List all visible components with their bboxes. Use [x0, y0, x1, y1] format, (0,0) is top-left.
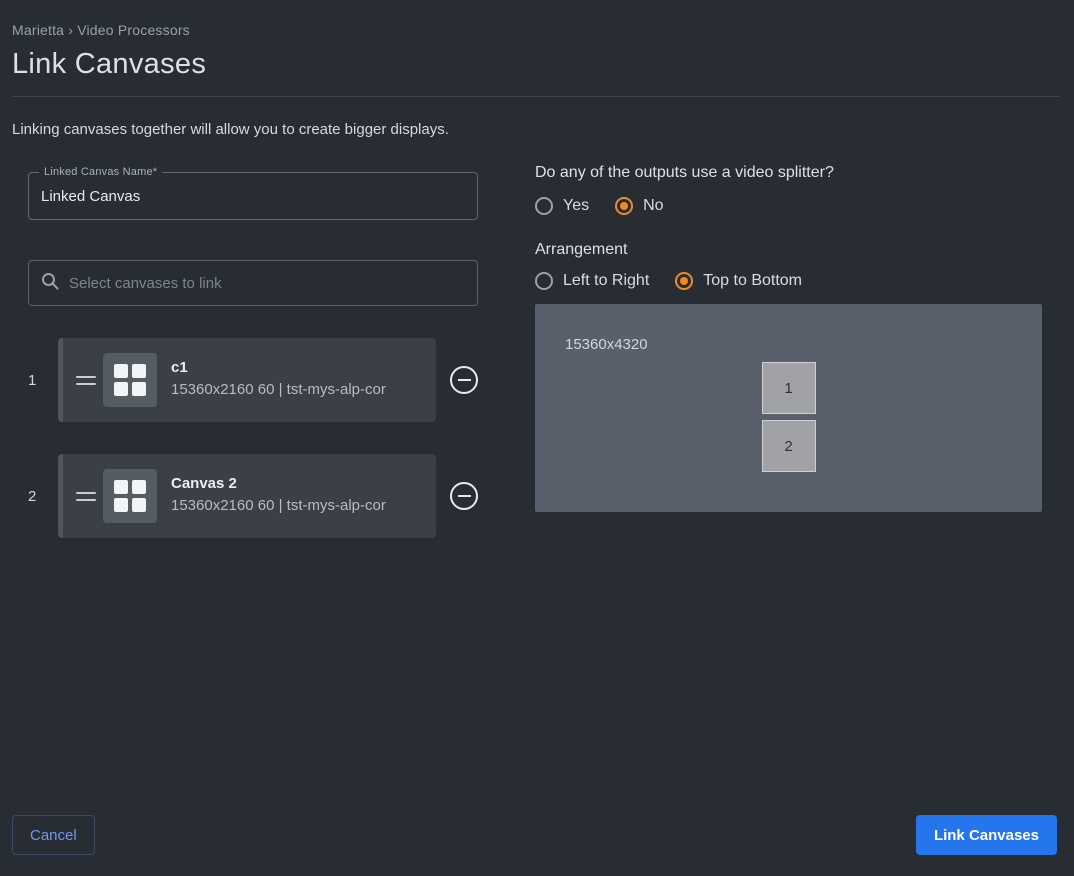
canvas-details: 15360x2160 60 | tst-mys-alp-cor [171, 495, 386, 517]
selected-canvas-list: 1 c1 15360x2160 60 | tst-mys-alp-cor 2 [28, 338, 478, 538]
remove-canvas-button[interactable] [450, 366, 478, 394]
drag-handle-icon[interactable] [69, 376, 103, 385]
list-item: 1 c1 15360x2160 60 | tst-mys-alp-cor [28, 338, 478, 422]
cancel-button[interactable]: Cancel [12, 815, 95, 855]
list-item: 2 Canvas 2 15360x2160 60 | tst-mys-alp-c… [28, 454, 478, 538]
minus-icon [458, 379, 471, 381]
radio-icon [535, 197, 553, 215]
breadcrumb[interactable]: Marietta › Video Processors [12, 22, 190, 38]
tile-stack: 1 2 [762, 362, 816, 472]
radio-icon [675, 272, 693, 290]
canvas-card[interactable]: Canvas 2 15360x2160 60 | tst-mys-alp-cor [58, 454, 436, 538]
minus-icon [458, 495, 471, 497]
arrangement-label: Arrangement [535, 241, 1042, 259]
required-marker: * [153, 166, 157, 178]
canvas-card[interactable]: c1 15360x2160 60 | tst-mys-alp-cor [58, 338, 436, 422]
page-subtitle: Linking canvases together will allow you… [12, 121, 449, 138]
row-index: 1 [28, 372, 48, 389]
radio-no[interactable]: No [615, 197, 663, 215]
canvas-details: 15360x2160 60 | tst-mys-alp-cor [171, 379, 386, 401]
remove-canvas-button[interactable] [450, 482, 478, 510]
splitter-options: Yes No [535, 197, 1042, 215]
right-column: Do any of the outputs use a video splitt… [535, 164, 1042, 512]
radio-icon [535, 272, 553, 290]
canvas-search-field[interactable] [28, 260, 478, 306]
canvas-grid-icon [103, 353, 157, 407]
left-column: Linked Canvas Name* 1 c1 153 [28, 172, 478, 538]
radio-left-to-right[interactable]: Left to Right [535, 272, 649, 290]
linked-canvas-name-field[interactable]: Linked Canvas Name* [28, 172, 478, 220]
radio-label: No [643, 197, 663, 215]
page-title: Link Canvases [12, 48, 206, 81]
preview-resolution: 15360x4320 [565, 336, 648, 353]
search-icon [41, 272, 59, 295]
radio-label: Top to Bottom [703, 272, 802, 290]
canvas-name: c1 [171, 359, 386, 376]
canvas-texts: c1 15360x2160 60 | tst-mys-alp-cor [171, 359, 386, 401]
divider [12, 96, 1060, 97]
link-canvases-button[interactable]: Link Canvases [916, 815, 1057, 855]
row-index: 2 [28, 488, 48, 505]
drag-handle-icon[interactable] [69, 492, 103, 501]
preview-tile-1: 1 [762, 362, 816, 414]
name-field-label: Linked Canvas Name* [39, 166, 162, 178]
radio-top-to-bottom[interactable]: Top to Bottom [675, 272, 802, 290]
radio-label: Yes [563, 197, 589, 215]
canvas-texts: Canvas 2 15360x2160 60 | tst-mys-alp-cor [171, 475, 386, 517]
canvas-grid-icon [103, 469, 157, 523]
search-input[interactable] [69, 275, 465, 292]
preview-tile-2: 2 [762, 420, 816, 472]
radio-label: Left to Right [563, 272, 649, 290]
radio-yes[interactable]: Yes [535, 197, 589, 215]
splitter-question: Do any of the outputs use a video splitt… [535, 164, 1042, 182]
radio-icon [615, 197, 633, 215]
name-input[interactable] [41, 188, 465, 205]
arrangement-preview: 15360x4320 1 2 [535, 304, 1042, 512]
canvas-name: Canvas 2 [171, 475, 386, 492]
arrangement-options: Left to Right Top to Bottom [535, 272, 1042, 290]
